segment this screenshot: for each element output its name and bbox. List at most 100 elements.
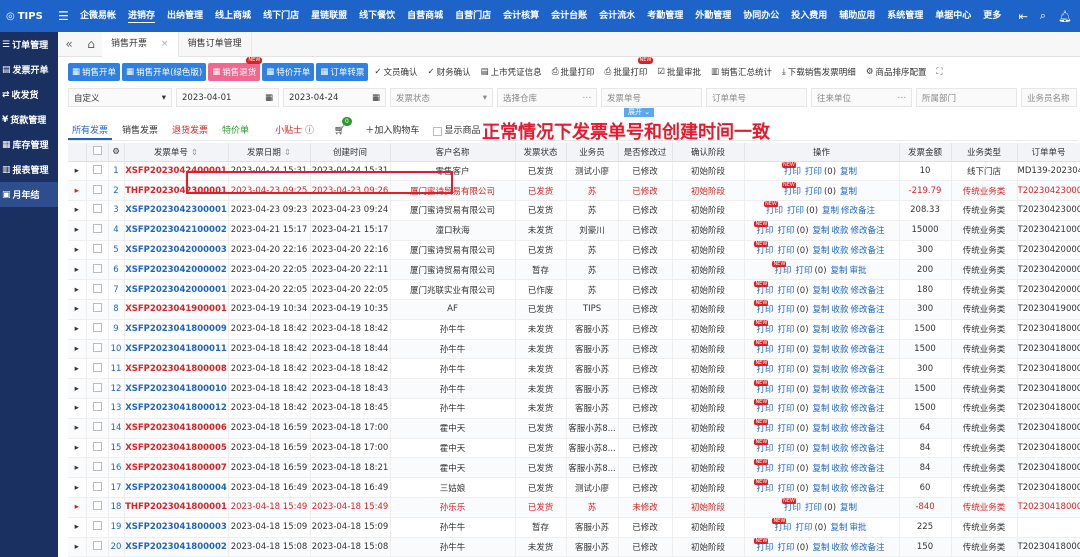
app-logo[interactable]: ◎ TIPS bbox=[0, 11, 58, 22]
invoice-code-link[interactable]: XSFP2023041800007 bbox=[124, 457, 229, 479]
toolbar-button[interactable]: ✓ 财务确认 bbox=[424, 63, 475, 81]
table-row[interactable]: ▸ 6 XSFP2023042000002 2023-04-20 22:05 2023-… bbox=[68, 259, 1080, 281]
table-row[interactable]: ▸ 7 XSFP2023042000001 2023-04-20 22:05 2023-… bbox=[68, 279, 1080, 301]
top-nav-item[interactable]: 进销存 bbox=[122, 0, 161, 32]
table-row[interactable]: ▸ 19 XSFP2023041800003 2023-04-18 15:09 2023… bbox=[68, 517, 1080, 538]
column-header[interactable]: 创建时间 bbox=[310, 143, 391, 162]
print-link[interactable]: 打印 (0) bbox=[777, 365, 810, 375]
collect-link[interactable]: 收款 bbox=[832, 286, 849, 296]
print-new-link[interactable]: NEW 打印 bbox=[754, 399, 775, 414]
print-new-link[interactable]: NEW 打印 bbox=[754, 241, 775, 256]
print-new-link[interactable]: NEW 打印 bbox=[754, 359, 775, 375]
edit-note-link[interactable]: 修改备注 bbox=[851, 404, 885, 414]
sidebar-item[interactable]: ▦ 库存管理 bbox=[0, 132, 58, 157]
row-checkbox[interactable] bbox=[92, 481, 102, 491]
toolbar-button[interactable]: ⚙ 商品排序配置 bbox=[862, 63, 931, 81]
print-new-link[interactable]: NEW 打印 bbox=[754, 340, 775, 355]
copy-link[interactable]: 复制 bbox=[813, 246, 830, 256]
table-row[interactable]: ▸ 18 THFP2023041800001 2023-04-18 15:49 2023… bbox=[68, 497, 1080, 518]
sort-icon[interactable]: ⇕ bbox=[284, 148, 291, 158]
print-link[interactable]: 打印 (0) bbox=[777, 286, 810, 296]
invoice-no-input[interactable]: 发票单号 bbox=[601, 88, 702, 107]
table-row[interactable]: ▸ 12 XSFP2023041800010 2023-04-18 18:42 2023… bbox=[68, 378, 1080, 400]
edit-note-link[interactable]: 修改备注 bbox=[851, 464, 885, 474]
copy-link[interactable]: 复制 bbox=[813, 345, 830, 355]
edit-note-link[interactable]: 修改备注 bbox=[851, 385, 885, 395]
expand-row-icon[interactable]: ▸ bbox=[68, 240, 87, 261]
toolbar-button[interactable]: ▦ 销售开单(绿色版) bbox=[122, 63, 207, 81]
copy-link[interactable]: 复制 bbox=[840, 503, 857, 513]
table-row[interactable]: ▸ 20 XSFP2023041800002 2023-04-18 15:08 2023… bbox=[68, 537, 1080, 557]
table-row[interactable]: ▸ 9 XSFP2023041800009 2023-04-18 18:42 2023-… bbox=[68, 319, 1080, 340]
print-new-link[interactable]: NEW 打印 bbox=[754, 538, 775, 553]
invoice-code-link[interactable]: XSFP2023041800003 bbox=[124, 517, 229, 538]
top-nav-item[interactable]: 线下门店 bbox=[257, 0, 305, 32]
close-icon[interactable]: × bbox=[161, 32, 169, 57]
row-checkbox[interactable] bbox=[92, 164, 102, 174]
show-goods-checkbox[interactable]: 显示商品 bbox=[429, 123, 484, 140]
subtab-special[interactable]: 特价单 bbox=[218, 123, 253, 140]
top-nav-item[interactable]: 自营门店 bbox=[449, 0, 497, 32]
top-nav-item[interactable]: 会计流水 bbox=[593, 0, 641, 32]
checkbox[interactable] bbox=[433, 127, 443, 136]
copy-link[interactable]: 复制 bbox=[813, 484, 830, 494]
edit-note-link[interactable]: 修改备注 bbox=[851, 444, 885, 454]
row-checkbox[interactable] bbox=[92, 343, 102, 353]
toolbar-button[interactable]: ⎙ 批量打印 NEW bbox=[601, 57, 654, 81]
expand-row-icon[interactable]: ▸ bbox=[68, 358, 87, 380]
date-to-input[interactable]: 2023-04-24 ▦ bbox=[283, 88, 386, 107]
row-checkbox[interactable] bbox=[92, 362, 102, 372]
table-row[interactable]: ▸ 10 XSFP2023041800011 2023-04-18 18:42 2023… bbox=[68, 339, 1080, 360]
invoice-code-link[interactable]: XSFP2023042000003 bbox=[124, 240, 229, 261]
row-checkbox[interactable] bbox=[92, 402, 102, 412]
print-link[interactable]: 打印 (0) bbox=[787, 206, 820, 216]
row-checkbox[interactable] bbox=[92, 283, 102, 293]
expand-row-icon[interactable]: ▸ bbox=[68, 537, 87, 557]
expand-row-icon[interactable]: ▸ bbox=[68, 477, 87, 499]
invoice-code-link[interactable]: THFP2023041800001 bbox=[124, 497, 229, 518]
print-link[interactable]: 打印 (0) bbox=[777, 325, 810, 335]
copy-link[interactable]: 复制 bbox=[840, 187, 857, 197]
print-link[interactable]: 打印 (0) bbox=[805, 503, 838, 513]
toolbar-button[interactable]: ▦ 销售开单 bbox=[68, 63, 121, 81]
copy-link[interactable]: 复制 bbox=[813, 305, 830, 315]
copy-link[interactable]: 复制 bbox=[813, 424, 830, 434]
top-nav-item[interactable]: 系统管理 bbox=[881, 0, 929, 32]
invoice-code-link[interactable]: THFP2023042300001 bbox=[124, 180, 229, 202]
expand-row-icon[interactable]: ▸ bbox=[68, 319, 87, 340]
print-link[interactable]: 打印 (0) bbox=[777, 424, 810, 434]
top-nav-item[interactable]: 星链联盟 bbox=[305, 0, 353, 32]
copy-link[interactable]: 复制 bbox=[813, 385, 830, 395]
toolbar-button[interactable]: ▦ 特价开单 bbox=[262, 63, 315, 81]
row-checkbox[interactable] bbox=[92, 184, 102, 194]
print-link[interactable]: 打印 (0) bbox=[777, 543, 810, 553]
invoice-status-select[interactable]: 发票状态 ▾ bbox=[390, 88, 493, 107]
date-from-input[interactable]: 2023-04-01 ▦ bbox=[176, 88, 279, 107]
invoice-code-link[interactable]: XSFP2023042100002 bbox=[124, 220, 229, 241]
expand-filters-button[interactable]: 展开 ⌄ bbox=[624, 108, 655, 117]
top-nav-item[interactable]: 考勤管理 bbox=[641, 0, 689, 32]
top-nav-item[interactable]: 企微易帐 bbox=[74, 0, 122, 32]
subtab-all[interactable]: 所有发票 bbox=[68, 123, 113, 140]
clerk-input[interactable]: 业务员名称 bbox=[1021, 88, 1077, 107]
expand-row-icon[interactable]: ▸ bbox=[68, 339, 87, 360]
copy-link[interactable]: 复制 bbox=[813, 226, 830, 236]
date-type-select[interactable]: 自定义 ▾ bbox=[68, 88, 172, 107]
collect-link[interactable]: 收款 bbox=[832, 484, 849, 494]
row-checkbox[interactable] bbox=[92, 204, 102, 214]
print-new-link[interactable]: NEW 打印 bbox=[754, 300, 775, 315]
expand-row-icon[interactable]: ▸ bbox=[68, 398, 87, 419]
toolbar-button[interactable]: ⤓ 下载销售发票明细 bbox=[778, 63, 860, 81]
edit-note-link[interactable]: 修改备注 bbox=[851, 246, 885, 256]
top-nav-item[interactable]: 会计核算 bbox=[497, 0, 545, 32]
sort-icon[interactable]: ⇕ bbox=[191, 148, 198, 158]
home-icon[interactable]: ⌂ bbox=[80, 37, 102, 51]
sidebar-item[interactable]: ⇄ 收发货 bbox=[0, 82, 58, 107]
edit-note-link[interactable]: 修改备注 bbox=[851, 325, 885, 335]
sidebar-item[interactable]: ▤ 发票开单 bbox=[0, 57, 58, 82]
row-checkbox[interactable] bbox=[92, 541, 102, 551]
print-new-link[interactable]: NEW 打印 bbox=[781, 498, 803, 513]
edit-note-link[interactable]: 修改备注 bbox=[851, 305, 885, 315]
print-new-link[interactable]: NEW 打印 bbox=[781, 161, 803, 177]
top-nav-item[interactable]: 出纳管理 bbox=[161, 0, 209, 32]
